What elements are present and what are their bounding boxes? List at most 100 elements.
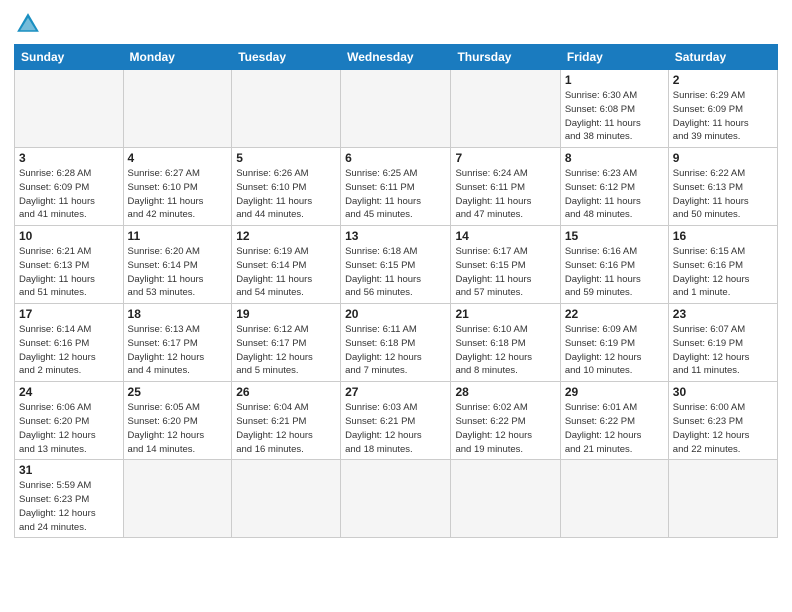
day-info: Sunrise: 6:12 AMSunset: 6:17 PMDaylight:…	[236, 323, 336, 378]
calendar-cell: 22Sunrise: 6:09 AMSunset: 6:19 PMDayligh…	[560, 304, 668, 382]
calendar-cell	[560, 460, 668, 538]
day-number: 5	[236, 151, 336, 165]
day-number: 23	[673, 307, 773, 321]
day-info: Sunrise: 6:01 AMSunset: 6:22 PMDaylight:…	[565, 401, 664, 456]
calendar-cell: 15 Sunrise: 6:16 AMSunset: 6:16 PMDayligh…	[560, 226, 668, 304]
day-number: 11	[128, 229, 228, 243]
day-number: 21	[455, 307, 555, 321]
calendar-cell: 24Sunrise: 6:06 AMSunset: 6:20 PMDayligh…	[15, 382, 124, 460]
day-info: Sunrise: 6:29 AMSunset: 6:09 PMDaylight:…	[673, 89, 773, 144]
calendar-cell: 9 Sunrise: 6:22 AMSunset: 6:13 PMDaylight…	[668, 148, 777, 226]
calendar-body: 1Sunrise: 6:30 AMSunset: 6:08 PMDaylight…	[15, 70, 778, 538]
calendar-cell	[123, 70, 232, 148]
header	[14, 10, 778, 38]
weekday-header-thursday: Thursday	[451, 45, 560, 70]
generalblue-logo-icon	[14, 10, 42, 38]
calendar-cell: 10Sunrise: 6:21 AMSunset: 6:13 PMDayligh…	[15, 226, 124, 304]
day-info: Sunrise: 6:26 AMSunset: 6:10 PMDaylight:…	[236, 167, 336, 222]
day-info: Sunrise: 6:03 AMSunset: 6:21 PMDaylight:…	[345, 401, 446, 456]
calendar-cell	[341, 460, 451, 538]
day-info: Sunrise: 6:20 AMSunset: 6:14 PMDaylight:…	[128, 245, 228, 300]
day-info: Sunrise: 6:02 AMSunset: 6:22 PMDaylight:…	[455, 401, 555, 456]
calendar-cell: 8 Sunrise: 6:23 AMSunset: 6:12 PMDaylight…	[560, 148, 668, 226]
day-info: Sunrise: 6:19 AMSunset: 6:14 PMDaylight:…	[236, 245, 336, 300]
day-info: Sunrise: 6:17 AMSunset: 6:15 PMDaylight:…	[455, 245, 555, 300]
weekday-header-wednesday: Wednesday	[341, 45, 451, 70]
calendar-cell: 13 Sunrise: 6:18 AMSunset: 6:15 PMDayligh…	[341, 226, 451, 304]
day-info: Sunrise: 6:06 AMSunset: 6:20 PMDaylight:…	[19, 401, 119, 456]
weekday-header-friday: Friday	[560, 45, 668, 70]
calendar-cell: 16 Sunrise: 6:15 AMSunset: 6:16 PMDayligh…	[668, 226, 777, 304]
day-number: 17	[19, 307, 119, 321]
day-number: 31	[19, 463, 119, 477]
day-info: Sunrise: 6:27 AMSunset: 6:10 PMDaylight:…	[128, 167, 228, 222]
calendar-cell: 21Sunrise: 6:10 AMSunset: 6:18 PMDayligh…	[451, 304, 560, 382]
weekday-header-sunday: Sunday	[15, 45, 124, 70]
day-info: Sunrise: 6:18 AMSunset: 6:15 PMDaylight:…	[345, 245, 446, 300]
day-number: 14	[455, 229, 555, 243]
day-number: 28	[455, 385, 555, 399]
calendar-cell: 25Sunrise: 6:05 AMSunset: 6:20 PMDayligh…	[123, 382, 232, 460]
calendar-cell: 2 Sunrise: 6:29 AMSunset: 6:09 PMDaylight…	[668, 70, 777, 148]
calendar-cell: 27 Sunrise: 6:03 AMSunset: 6:21 PMDayligh…	[341, 382, 451, 460]
day-number: 12	[236, 229, 336, 243]
calendar-cell: 11 Sunrise: 6:20 AMSunset: 6:14 PMDayligh…	[123, 226, 232, 304]
calendar-week-6: 31Sunrise: 5:59 AMSunset: 6:23 PMDayligh…	[15, 460, 778, 538]
day-number: 15	[565, 229, 664, 243]
day-info: Sunrise: 6:07 AMSunset: 6:19 PMDaylight:…	[673, 323, 773, 378]
day-number: 9	[673, 151, 773, 165]
day-info: Sunrise: 6:04 AMSunset: 6:21 PMDaylight:…	[236, 401, 336, 456]
day-number: 25	[128, 385, 228, 399]
calendar-cell: 23 Sunrise: 6:07 AMSunset: 6:19 PMDayligh…	[668, 304, 777, 382]
day-number: 27	[345, 385, 446, 399]
calendar-cell	[668, 460, 777, 538]
calendar-cell: 12 Sunrise: 6:19 AMSunset: 6:14 PMDayligh…	[232, 226, 341, 304]
calendar-cell: 17 Sunrise: 6:14 AMSunset: 6:16 PMDayligh…	[15, 304, 124, 382]
day-number: 13	[345, 229, 446, 243]
calendar-table: SundayMondayTuesdayWednesdayThursdayFrid…	[14, 44, 778, 538]
day-info: Sunrise: 6:30 AMSunset: 6:08 PMDaylight:…	[565, 89, 664, 144]
calendar-cell: 18Sunrise: 6:13 AMSunset: 6:17 PMDayligh…	[123, 304, 232, 382]
day-info: Sunrise: 6:15 AMSunset: 6:16 PMDaylight:…	[673, 245, 773, 300]
calendar-week-5: 24Sunrise: 6:06 AMSunset: 6:20 PMDayligh…	[15, 382, 778, 460]
day-info: Sunrise: 6:16 AMSunset: 6:16 PMDaylight:…	[565, 245, 664, 300]
page: SundayMondayTuesdayWednesdayThursdayFrid…	[0, 0, 792, 612]
day-info: Sunrise: 6:11 AMSunset: 6:18 PMDaylight:…	[345, 323, 446, 378]
calendar-cell: 6 Sunrise: 6:25 AMSunset: 6:11 PMDaylight…	[341, 148, 451, 226]
calendar-cell: 28 Sunrise: 6:02 AMSunset: 6:22 PMDayligh…	[451, 382, 560, 460]
calendar-cell: 7Sunrise: 6:24 AMSunset: 6:11 PMDaylight…	[451, 148, 560, 226]
calendar-cell: 26 Sunrise: 6:04 AMSunset: 6:21 PMDayligh…	[232, 382, 341, 460]
day-info: Sunrise: 6:14 AMSunset: 6:16 PMDaylight:…	[19, 323, 119, 378]
day-info: Sunrise: 6:00 AMSunset: 6:23 PMDaylight:…	[673, 401, 773, 456]
day-number: 30	[673, 385, 773, 399]
calendar-cell: 20 Sunrise: 6:11 AMSunset: 6:18 PMDayligh…	[341, 304, 451, 382]
calendar-cell: 3Sunrise: 6:28 AMSunset: 6:09 PMDaylight…	[15, 148, 124, 226]
calendar-week-4: 17 Sunrise: 6:14 AMSunset: 6:16 PMDayligh…	[15, 304, 778, 382]
day-number: 4	[128, 151, 228, 165]
day-number: 2	[673, 73, 773, 87]
calendar-cell	[15, 70, 124, 148]
calendar-cell: 31Sunrise: 5:59 AMSunset: 6:23 PMDayligh…	[15, 460, 124, 538]
day-number: 6	[345, 151, 446, 165]
day-info: Sunrise: 6:09 AMSunset: 6:19 PMDaylight:…	[565, 323, 664, 378]
day-info: Sunrise: 6:23 AMSunset: 6:12 PMDaylight:…	[565, 167, 664, 222]
day-info: Sunrise: 6:25 AMSunset: 6:11 PMDaylight:…	[345, 167, 446, 222]
calendar-week-3: 10Sunrise: 6:21 AMSunset: 6:13 PMDayligh…	[15, 226, 778, 304]
weekday-header-monday: Monday	[123, 45, 232, 70]
calendar-cell: 14 Sunrise: 6:17 AMSunset: 6:15 PMDayligh…	[451, 226, 560, 304]
calendar-cell: 29 Sunrise: 6:01 AMSunset: 6:22 PMDayligh…	[560, 382, 668, 460]
day-number: 29	[565, 385, 664, 399]
day-number: 7	[455, 151, 555, 165]
day-info: Sunrise: 6:22 AMSunset: 6:13 PMDaylight:…	[673, 167, 773, 222]
calendar-cell	[341, 70, 451, 148]
day-info: Sunrise: 6:28 AMSunset: 6:09 PMDaylight:…	[19, 167, 119, 222]
logo	[14, 10, 46, 38]
calendar-cell	[232, 70, 341, 148]
day-number: 8	[565, 151, 664, 165]
day-number: 16	[673, 229, 773, 243]
day-number: 26	[236, 385, 336, 399]
calendar-cell: 5 Sunrise: 6:26 AMSunset: 6:10 PMDaylight…	[232, 148, 341, 226]
calendar-cell	[451, 460, 560, 538]
day-number: 20	[345, 307, 446, 321]
calendar-week-2: 3Sunrise: 6:28 AMSunset: 6:09 PMDaylight…	[15, 148, 778, 226]
